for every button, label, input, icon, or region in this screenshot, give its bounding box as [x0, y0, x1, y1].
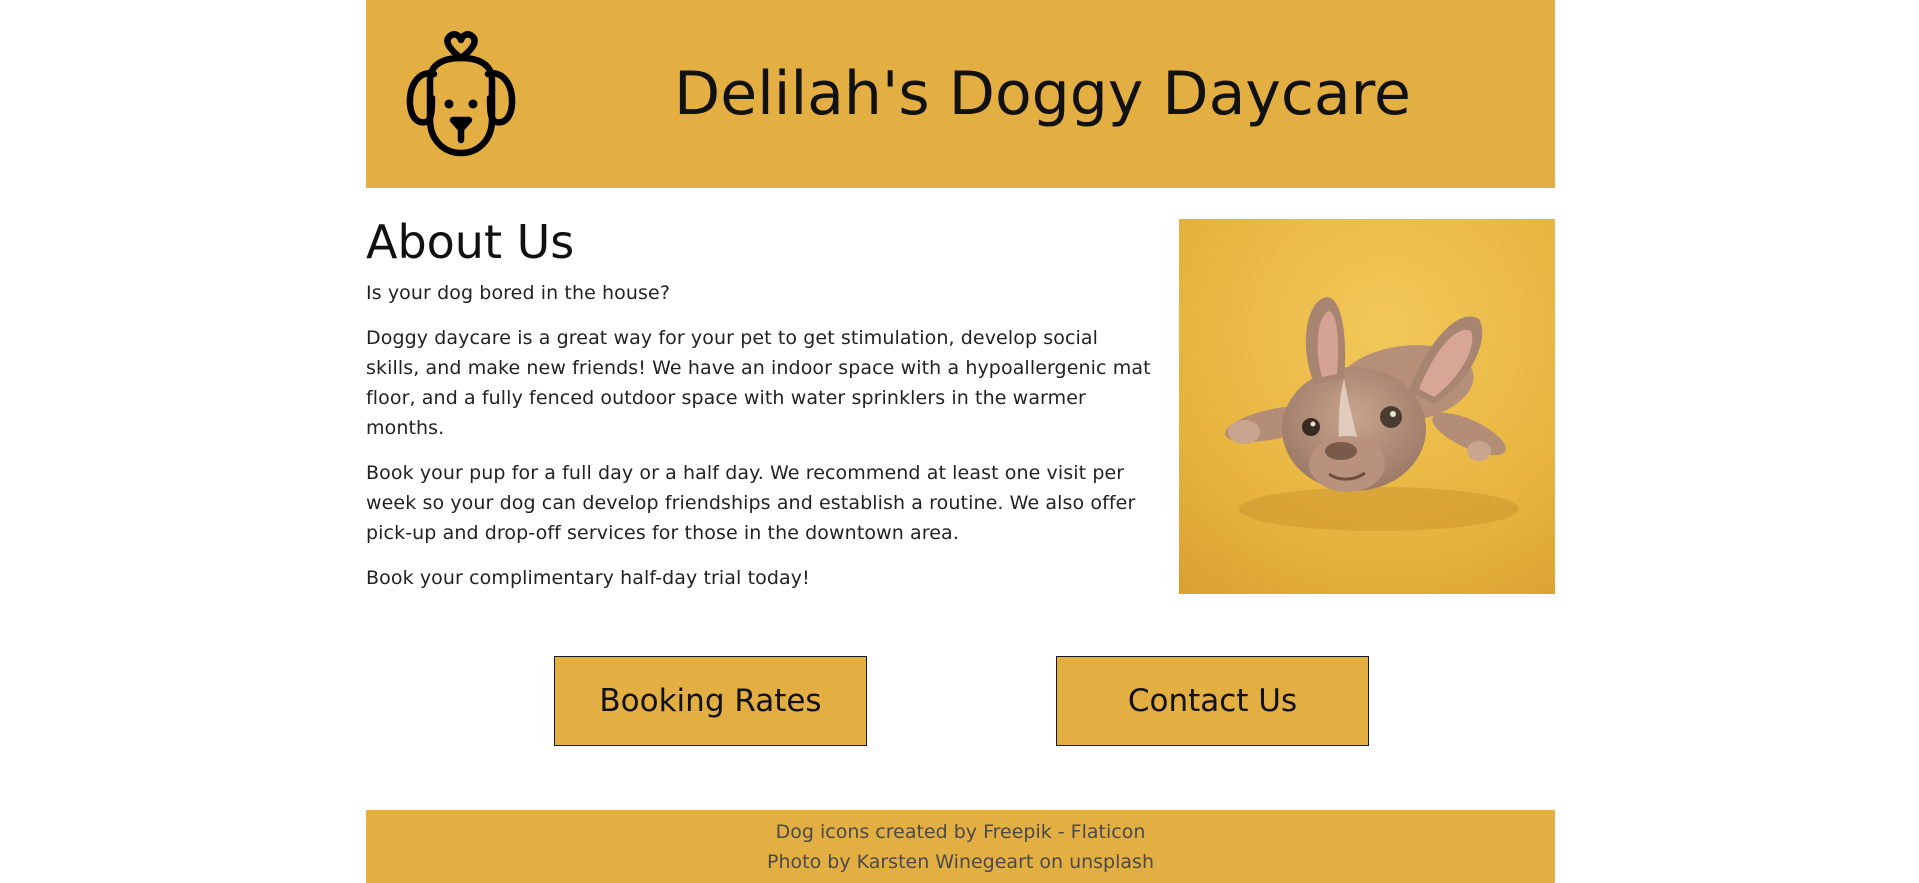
photo-credit: Photo by Karsten Winegeart on unsplash: [767, 851, 1154, 873]
site-footer: Dog icons created by Freepik - Flaticon …: [366, 810, 1555, 883]
site-header: Delilah's Doggy Daycare: [366, 0, 1555, 188]
icon-credit: Dog icons created by Freepik - Flaticon: [775, 821, 1146, 843]
page: Delilah's Doggy Daycare About Us Is your…: [0, 0, 1919, 883]
puppy-photo: [1179, 219, 1555, 594]
booking-rates-button[interactable]: Booking Rates: [554, 656, 867, 746]
dog-heart-icon[interactable]: [406, 28, 516, 158]
about-paragraph-intro: Doggy daycare is a great way for your pe…: [366, 327, 1151, 439]
about-heading: About Us: [366, 215, 575, 269]
about-paragraph-question: Is your dog bored in the house?: [366, 282, 671, 304]
contact-us-button[interactable]: Contact Us: [1056, 656, 1369, 746]
about-paragraph-booking: Book your pup for a full day or a half d…: [366, 462, 1136, 544]
about-section: About Us Is your dog bored in the house?…: [366, 212, 1156, 593]
site-title: Delilah's Doggy Daycare: [674, 59, 1411, 129]
about-paragraph-trial: Book your complimentary half-day trial t…: [366, 567, 810, 589]
